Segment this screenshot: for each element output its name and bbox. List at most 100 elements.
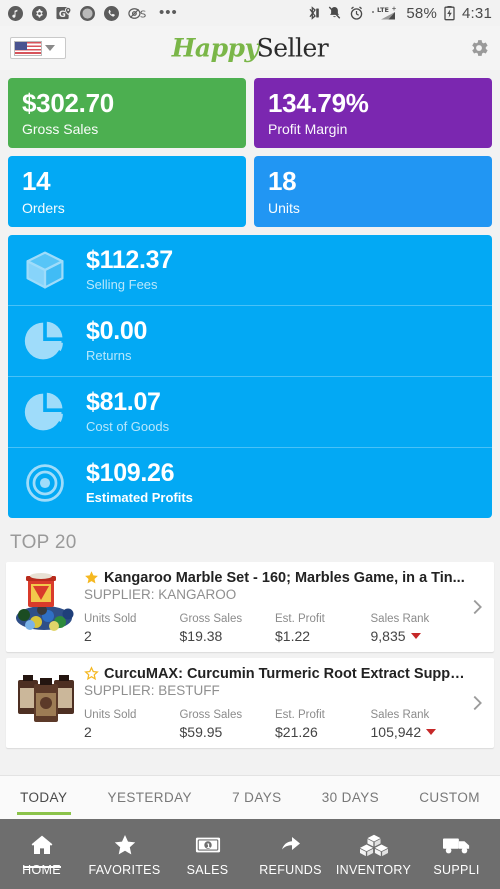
svg-text:S: S xyxy=(140,9,146,20)
nav-item-suppliers[interactable]: SUPPLI xyxy=(415,832,498,877)
maps-pin-icon: G xyxy=(56,6,71,19)
nav-item-inventory[interactable]: INVENTORY xyxy=(332,832,415,877)
metric-row-selling-fees[interactable]: $112.37 Selling Fees xyxy=(8,235,492,306)
nav-label: REFUNDS xyxy=(259,862,322,877)
truck-icon xyxy=(442,832,471,858)
kpi-label: Orders xyxy=(22,199,65,216)
metric-label: Selling Fees xyxy=(86,276,158,292)
product-details: CurcuMAX: Curcumin Turmeric Root Extract… xyxy=(84,666,466,740)
star-icon xyxy=(112,832,138,858)
product-stats: Units Sold 2 Gross Sales $59.95 Est. Pro… xyxy=(84,705,466,740)
lte-signal-icon: LTE + xyxy=(372,6,397,20)
app-logo: Happy Seller xyxy=(171,33,329,63)
value-sales-rank-row: 9,835 xyxy=(371,628,467,644)
kpi-card-gross-sales[interactable]: $302.70 Gross Sales xyxy=(8,78,246,149)
kpi-card-profit-margin[interactable]: 134.79% Profit Margin xyxy=(254,78,492,149)
bottom-navigation: HOME FAVORITES 1 SALES REFUNDS INVENTORY xyxy=(0,819,500,889)
tab-label: 7 DAYS xyxy=(232,790,282,805)
value-gross-sales: $59.95 xyxy=(179,723,223,740)
metric-label: Returns xyxy=(86,347,132,363)
metric-value: $0.00 xyxy=(86,317,148,346)
nav-label: FAVORITES xyxy=(88,862,161,877)
logo-seller-text: Seller xyxy=(256,33,329,63)
nav-label: INVENTORY xyxy=(335,862,412,877)
bluetooth-icon xyxy=(309,6,320,20)
value-est-profit: $1.22 xyxy=(275,627,311,644)
product-list-item[interactable]: Kangaroo Marble Set - 160; Marbles Game,… xyxy=(6,561,494,652)
metrics-panel: $112.37 Selling Fees $0.00 Returns $81.0… xyxy=(8,234,492,518)
boxes-icon xyxy=(359,832,388,858)
metric-value: $109.26 xyxy=(86,459,175,488)
kpi-grid: $302.70 Gross Sales 134.79% Profit Margi… xyxy=(0,70,500,227)
product-title-row: CurcuMAX: Curcumin Turmeric Root Extract… xyxy=(84,666,466,682)
metric-row-cost-of-goods[interactable]: $81.07 Cost of Goods xyxy=(8,377,492,448)
tab-custom[interactable]: CUSTOM xyxy=(399,776,500,819)
app-header: Happy Seller xyxy=(0,26,500,70)
chevron-down-icon xyxy=(45,45,55,51)
nav-label: SUPPLI xyxy=(433,862,480,877)
banknote-icon: 1 xyxy=(195,832,221,858)
overflow-dots-icon: ••• xyxy=(159,4,178,21)
gear-icon[interactable] xyxy=(468,37,490,59)
dashboard-content: $302.70 Gross Sales 134.79% Profit Margi… xyxy=(0,70,500,775)
alarm-clock-icon xyxy=(351,6,363,20)
nav-item-favorites[interactable]: FAVORITES xyxy=(83,832,166,877)
puzzle-icon xyxy=(32,5,47,21)
svg-text:LTE: LTE xyxy=(377,6,389,14)
column-header-gross-sales: Gross Sales xyxy=(179,612,243,625)
product-list-item[interactable]: CurcuMAX: Curcumin Turmeric Root Extract… xyxy=(6,657,494,748)
pie-chart-icon xyxy=(22,389,68,435)
kpi-value: $302.70 xyxy=(22,88,114,118)
chevron-right-icon[interactable] xyxy=(466,692,488,714)
star-outline-icon[interactable] xyxy=(84,666,99,681)
nav-item-refunds[interactable]: REFUNDS xyxy=(249,832,332,877)
target-icon xyxy=(22,460,68,506)
tab-yesterday[interactable]: YESTERDAY xyxy=(87,776,212,819)
value-sales-rank: 9,835 xyxy=(370,627,406,644)
metric-row-estimated-profits[interactable]: $109.26 Estimated Profits xyxy=(8,448,492,518)
product-title: CurcuMAX: Curcumin Turmeric Root Extract… xyxy=(103,665,466,682)
product-title-row: Kangaroo Marble Set - 160; Marbles Game,… xyxy=(84,570,466,586)
column-header-units-sold: Units Sold xyxy=(84,708,137,721)
status-bar-right: LTE + 58% 4:31 xyxy=(306,5,492,22)
tab-7-days[interactable]: 7 DAYS xyxy=(212,776,302,819)
chevron-right-icon[interactable] xyxy=(466,596,488,618)
value-units-sold: 2 xyxy=(84,723,92,740)
metric-label: Cost of Goods xyxy=(86,418,170,434)
music-note-icon xyxy=(8,5,23,21)
pie-chart-icon xyxy=(22,318,68,364)
tab-label: TODAY xyxy=(20,790,68,805)
metric-label: Estimated Profits xyxy=(86,489,193,505)
circle-icon xyxy=(80,5,95,21)
kpi-card-units[interactable]: 18 Units xyxy=(254,156,492,227)
value-sales-rank: 105,942 xyxy=(370,723,422,740)
column-header-sales-rank: Sales Rank xyxy=(370,612,430,625)
kpi-value: 134.79% xyxy=(268,88,369,118)
box-icon xyxy=(22,247,68,293)
supplement-bottles-thumbnail xyxy=(14,666,78,730)
nav-item-home[interactable]: HOME xyxy=(0,832,83,877)
column-header-sales-rank: Sales Rank xyxy=(370,708,430,721)
product-supplier: SUPPLIER: KANGAROO xyxy=(84,586,237,602)
kpi-card-orders[interactable]: 14 Orders xyxy=(8,156,246,227)
home-icon xyxy=(29,832,55,858)
nav-item-sales[interactable]: 1 SALES xyxy=(166,832,249,877)
tab-today[interactable]: TODAY xyxy=(0,776,87,819)
value-gross-sales: $19.38 xyxy=(179,627,223,644)
logo-happy-text: Happy xyxy=(171,33,259,63)
app-screen: G S ••• LTE + 58% 4:31 Happy Seller $302… xyxy=(0,0,500,889)
arrow-return-icon xyxy=(278,832,304,858)
us-flag-icon xyxy=(14,40,42,56)
tab-30-days[interactable]: 30 DAYS xyxy=(302,776,400,819)
product-supplier: SUPPLIER: BESTUFF xyxy=(84,682,220,698)
metric-row-returns[interactable]: $0.00 Returns xyxy=(8,306,492,377)
product-details: Kangaroo Marble Set - 160; Marbles Game,… xyxy=(84,570,466,644)
kpi-label: Profit Margin xyxy=(268,121,348,138)
value-sales-rank-row: 105,942 xyxy=(371,724,467,740)
star-filled-icon[interactable] xyxy=(84,570,99,585)
svg-text:+: + xyxy=(392,6,397,13)
svg-text:1: 1 xyxy=(206,842,211,850)
metric-value: $81.07 xyxy=(86,388,161,417)
country-selector[interactable] xyxy=(10,37,66,59)
product-stats: Units Sold 2 Gross Sales $19.38 Est. Pro… xyxy=(84,609,466,644)
